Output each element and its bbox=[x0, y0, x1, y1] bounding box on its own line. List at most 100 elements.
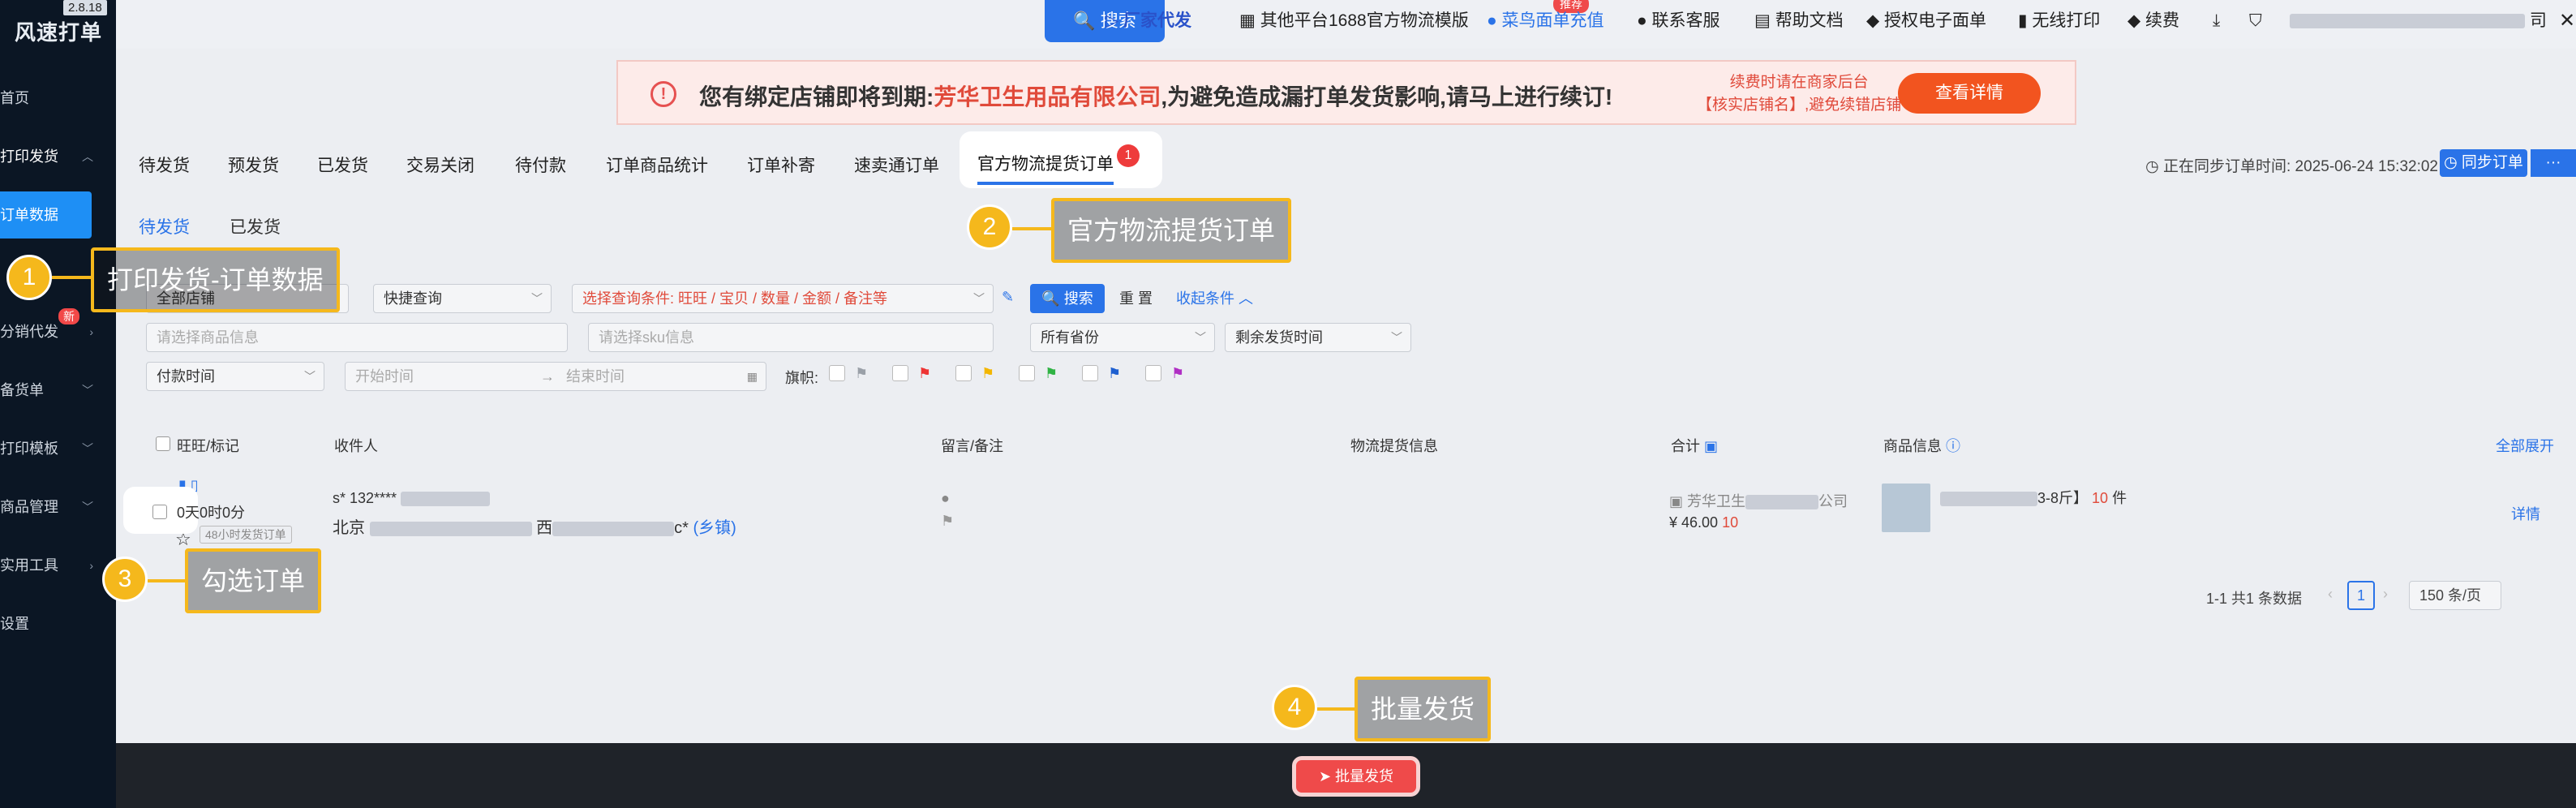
wireless-print-link[interactable]: ▮ 无线打印 bbox=[2018, 10, 2100, 32]
sidebar-item-label: 分销代发 bbox=[0, 324, 58, 340]
tab-pending-ship[interactable]: 待发货 bbox=[139, 153, 190, 177]
township-link[interactable]: (乡镇) bbox=[693, 519, 736, 537]
blurred-text bbox=[1940, 492, 2037, 507]
auth-waybill-link[interactable]: ◆ 授权电子面单 bbox=[1866, 10, 1986, 32]
sync-more-button[interactable]: ··· bbox=[2531, 149, 2576, 177]
message-icon[interactable]: ● bbox=[941, 490, 950, 507]
flag-green-checkbox[interactable] bbox=[1019, 365, 1035, 381]
callout-number: 3 bbox=[102, 557, 148, 602]
sku-info-input[interactable]: 请选择sku信息 bbox=[588, 323, 994, 352]
active-tab-underline bbox=[977, 182, 1114, 185]
goods-spec: 3-8斤】 10 件 bbox=[1940, 487, 2127, 508]
page-number-button[interactable]: 1 bbox=[2347, 581, 2375, 610]
callout-connector bbox=[1317, 707, 1356, 711]
view-details-button[interactable]: 查看详情 bbox=[1898, 73, 2041, 114]
sync-orders-button[interactable]: ◷ 同步订单 bbox=[2440, 149, 2527, 177]
tab-goods-stats[interactable]: 订单商品统计 bbox=[606, 153, 708, 177]
account-name-blurred bbox=[2290, 14, 2525, 29]
download-icon[interactable]: ⤓ bbox=[2213, 10, 2220, 32]
tab-unpaid[interactable]: 待付款 bbox=[515, 153, 566, 177]
tab-resend[interactable]: 订单补寄 bbox=[747, 153, 815, 177]
callout-number: 2 bbox=[967, 204, 1012, 250]
help-docs-link[interactable]: ▤ 帮助文档 bbox=[1754, 10, 1844, 32]
pay-time-select[interactable]: 付款时间 ﹀ bbox=[146, 362, 324, 391]
address-mid: 西 bbox=[536, 519, 553, 537]
close-icon[interactable]: ✕ bbox=[2559, 10, 2575, 32]
expand-all-link[interactable]: 全部展开 bbox=[2496, 435, 2554, 456]
start-time-placeholder: 开始时间 bbox=[355, 368, 414, 385]
remark-flag-icon[interactable]: ⚑ bbox=[941, 513, 954, 530]
goods-thumbnail[interactable] bbox=[1882, 484, 1930, 532]
province-value: 所有省份 bbox=[1041, 329, 1099, 346]
sync-status: ◷ 正在同步订单时间: 2025-06-24 15:32:02 bbox=[2145, 158, 2438, 175]
sidebar-item-order-data[interactable]: 订单数据 bbox=[0, 191, 92, 239]
subtab-shipped[interactable]: 已发货 bbox=[230, 214, 281, 239]
remaining-time-select[interactable]: 剩余发货时间 ﹀ bbox=[1225, 323, 1411, 352]
customer-service-link[interactable]: ● 联系客服 bbox=[1637, 10, 1720, 32]
select-all-checkbox[interactable] bbox=[156, 436, 170, 451]
sort-icon[interactable]: ▣ bbox=[1704, 438, 1718, 454]
subtab-pending[interactable]: 待发货 bbox=[139, 214, 190, 239]
blurred-text bbox=[401, 492, 491, 507]
sidebar-item-print-ship[interactable]: 打印发货 ︿ bbox=[0, 143, 116, 170]
cainiao-recharge-link[interactable]: ● 菜鸟面单充值 bbox=[1487, 10, 1604, 32]
chevron-down-icon: ﹀ bbox=[82, 384, 93, 397]
quick-query-select[interactable]: 快捷查询 ﹀ bbox=[373, 284, 552, 313]
flag-red-icon: ⚑ bbox=[918, 365, 932, 381]
flag-red-checkbox[interactable] bbox=[892, 365, 908, 381]
sidebar-item-settings[interactable]: 设置 bbox=[0, 610, 116, 638]
address-city: 北京 bbox=[333, 519, 365, 537]
sidebar-item-home[interactable]: 首页 bbox=[0, 84, 116, 112]
top-bar: 🔍 搜索 ▷ 厂家代发 ▦ 其他平台 1688官方物流模版 推荐 ● 菜鸟面单充… bbox=[116, 0, 2576, 49]
pager-summary: 1-1 共1 条数据 bbox=[2206, 591, 2303, 607]
tab-official-logistics[interactable]: 官方物流提货订单 1 bbox=[960, 131, 1162, 188]
flag-blue-checkbox[interactable] bbox=[1082, 365, 1098, 381]
account-menu[interactable]: 司 bbox=[2290, 10, 2547, 32]
tab-aliexpress[interactable]: 速卖通订单 bbox=[854, 153, 939, 177]
chevron-down-icon: ﹀ bbox=[1391, 331, 1402, 344]
goods-qty: 10 bbox=[2092, 490, 2109, 506]
calendar-icon: ▦ bbox=[746, 370, 758, 383]
page-size-select[interactable]: 150 条/页 bbox=[2409, 581, 2501, 610]
filter-panel: 全部店铺 快捷查询 ﹀ 选择查询条件: 旺旺 / 宝贝 / 数量 / 金额 / 备… bbox=[130, 268, 2563, 398]
app-logo: 风速打单 2.8.18 bbox=[0, 0, 116, 49]
flag-yellow-checkbox[interactable] bbox=[955, 365, 972, 381]
pin-icon[interactable]: ✎ bbox=[1002, 289, 1014, 306]
other-platform-link[interactable]: ▦ 其他平台 bbox=[1239, 10, 1329, 32]
flag-purple-checkbox[interactable] bbox=[1145, 365, 1161, 381]
shirt-icon[interactable]: ⛉ bbox=[2249, 10, 2262, 32]
pay-time-value: 付款时间 bbox=[157, 368, 215, 385]
sidebar-item-template[interactable]: 打印模板 ﹀ bbox=[0, 435, 116, 462]
official-template-link[interactable]: 1688官方物流模版 bbox=[1329, 10, 1469, 32]
sidebar-item-label: 首页 bbox=[0, 90, 29, 106]
detail-link[interactable]: 详情 bbox=[2511, 503, 2540, 524]
next-page-icon[interactable]: › bbox=[2383, 586, 2388, 603]
province-select[interactable]: 所有省份 ﹀ bbox=[1030, 323, 1215, 352]
row-checkbox[interactable] bbox=[152, 505, 167, 519]
query-condition-select[interactable]: 选择查询条件: 旺旺 / 宝贝 / 数量 / 金额 / 备注等 ﹀ bbox=[572, 284, 994, 313]
chevron-down-icon: ﹀ bbox=[304, 370, 316, 383]
chevron-up-icon: ︿ bbox=[82, 150, 93, 163]
date-range-input[interactable]: 开始时间 → 结束时间 ▦ bbox=[345, 362, 766, 391]
collapse-conditions-link[interactable]: 收起条件 ︿ bbox=[1176, 284, 1253, 313]
sidebar-item-stock[interactable]: 备货单 ﹀ bbox=[0, 376, 116, 404]
flag-none-checkbox[interactable] bbox=[829, 365, 845, 381]
flag-green-icon: ⚑ bbox=[1045, 365, 1058, 381]
flag-gray-icon: ⚑ bbox=[855, 365, 869, 381]
sidebar-item-goods[interactable]: 商品管理 ﹀ bbox=[0, 493, 116, 521]
filter-search-button[interactable]: 🔍 搜索 bbox=[1030, 284, 1105, 313]
vendor-dropship-link[interactable]: ▷ 厂家代发 bbox=[1106, 10, 1191, 32]
goods-info-input[interactable]: 请选择商品信息 bbox=[146, 323, 568, 352]
tab-shipped[interactable]: 已发货 bbox=[317, 153, 368, 177]
prev-page-icon[interactable]: ‹ bbox=[2328, 586, 2333, 603]
renew-link[interactable]: ◆ 续费 bbox=[2127, 10, 2179, 32]
tab-pre-ship[interactable]: 预发货 bbox=[228, 153, 279, 177]
chevron-down-icon: ﹀ bbox=[973, 292, 985, 305]
filter-reset-button[interactable]: 重 置 bbox=[1119, 284, 1153, 313]
company-tail: 公司 bbox=[1818, 493, 1848, 509]
tab-closed[interactable]: 交易关闭 bbox=[406, 153, 474, 177]
receiver-phone-text: s* 132**** bbox=[333, 490, 397, 506]
sidebar-item-tools[interactable]: 实用工具 › bbox=[0, 552, 116, 579]
bulk-ship-button[interactable]: ➤ 批量发货 bbox=[1292, 756, 1420, 797]
sidebar-item-distribution[interactable]: 分销代发 › bbox=[0, 318, 116, 346]
